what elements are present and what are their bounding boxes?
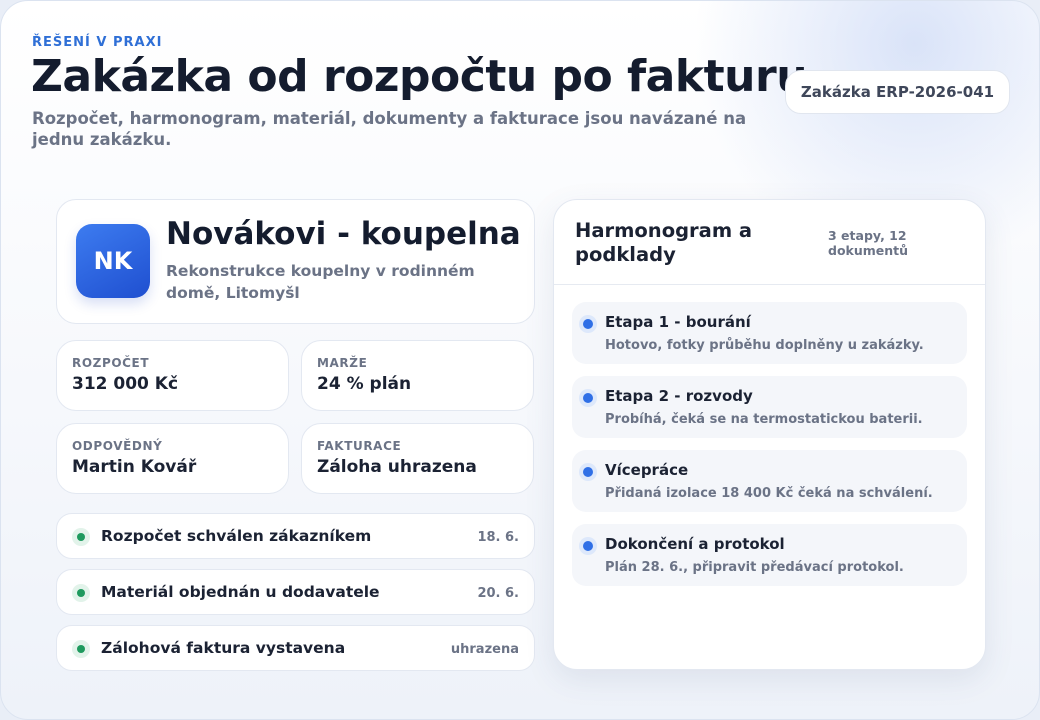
stat-card-budget: ROZPOČET 312 000 Kč	[56, 340, 289, 411]
page-subtitle: Rozpočet, harmonogram, materiál, dokumen…	[32, 109, 747, 149]
section-eyebrow: ŘEŠENÍ V PRAXI	[32, 35, 163, 50]
step-title: Vícepráce	[605, 461, 689, 479]
stat-label: ODPOVĚDNÝ	[72, 439, 163, 453]
project-avatar: NK	[76, 224, 150, 298]
step-description: Hotovo, fotky průběhu doplněny u zakázky…	[605, 338, 924, 353]
status-dot-icon	[579, 315, 597, 333]
schedule-step[interactable]: Dokončení a protokol Plán 28. 6., připra…	[572, 524, 967, 586]
milestone-row[interactable]: Zálohová faktura vystavena uhrazena	[56, 625, 535, 671]
stat-value: 312 000 Kč	[72, 374, 179, 394]
check-dot-icon	[72, 528, 90, 546]
check-dot-icon	[72, 640, 90, 658]
milestone-date: 20. 6.	[477, 586, 519, 601]
schedule-step[interactable]: Etapa 1 - bourání Hotovo, fotky průběhu …	[572, 302, 967, 364]
schedule-panel: Harmonogram a podklady 3 etapy, 12 dokum…	[553, 199, 986, 670]
page-title: Zakázka od rozpočtu po fakturu	[31, 51, 808, 102]
step-description: Probíhá, čeká se na termostatickou bater…	[605, 412, 923, 427]
order-id-badge: Zakázka ERP-2026-041	[785, 70, 1010, 114]
status-dot-icon	[579, 537, 597, 555]
step-title: Etapa 2 - rozvody	[605, 387, 753, 405]
check-dot-icon	[72, 584, 90, 602]
stat-value: Záloha uhrazena	[317, 457, 477, 477]
milestone-label: Rozpočet schválen zákazníkem	[101, 527, 372, 545]
milestone-status: uhrazena	[450, 642, 519, 657]
stat-label: FAKTURACE	[317, 439, 402, 453]
project-description: Rekonstrukce koupelny v rodinném domě, L…	[166, 262, 475, 302]
status-dot-icon	[579, 389, 597, 407]
milestone-row[interactable]: Rozpočet schválen zákazníkem 18. 6.	[56, 513, 535, 559]
schedule-step[interactable]: Vícepráce Přidaná izolace 18 400 Kč čeká…	[572, 450, 967, 512]
stat-value: Martin Kovář	[72, 457, 197, 477]
schedule-panel-header: Harmonogram a podklady 3 etapy, 12 dokum…	[554, 200, 985, 285]
step-description: Přidaná izolace 18 400 Kč čeká na schvál…	[605, 486, 933, 501]
stat-value: 24 % plán	[317, 374, 412, 394]
stat-label: ROZPOČET	[72, 356, 150, 370]
milestone-row[interactable]: Materiál objednán u dodavatele 20. 6.	[56, 569, 535, 615]
step-title: Dokončení a protokol	[605, 535, 785, 553]
milestone-label: Materiál objednán u dodavatele	[101, 583, 380, 601]
stat-label: MARŽE	[317, 356, 368, 370]
stat-card-owner: ODPOVĚDNÝ Martin Kovář	[56, 423, 289, 494]
milestone-label: Zálohová faktura vystavena	[101, 639, 346, 657]
page-frame: ŘEŠENÍ V PRAXI Zakázka od rozpočtu po fa…	[0, 0, 1040, 720]
stat-card-margin: MARŽE 24 % plán	[301, 340, 534, 411]
step-description: Plán 28. 6., připravit předávací protoko…	[605, 560, 904, 575]
stat-card-invoicing: FAKTURACE Záloha uhrazena	[301, 423, 534, 494]
project-card: NK Novákovi - koupelna Rekonstrukce koup…	[56, 199, 535, 324]
milestone-date: 18. 6.	[477, 530, 519, 545]
step-title: Etapa 1 - bourání	[605, 313, 751, 331]
status-dot-icon	[579, 463, 597, 481]
project-name: Novákovi - koupelna	[166, 216, 521, 252]
schedule-summary: 3 etapy, 12 dokumentů	[828, 228, 909, 258]
schedule-step[interactable]: Etapa 2 - rozvody Probíhá, čeká se na te…	[572, 376, 967, 438]
schedule-title: Harmonogram a podklady	[575, 219, 753, 266]
